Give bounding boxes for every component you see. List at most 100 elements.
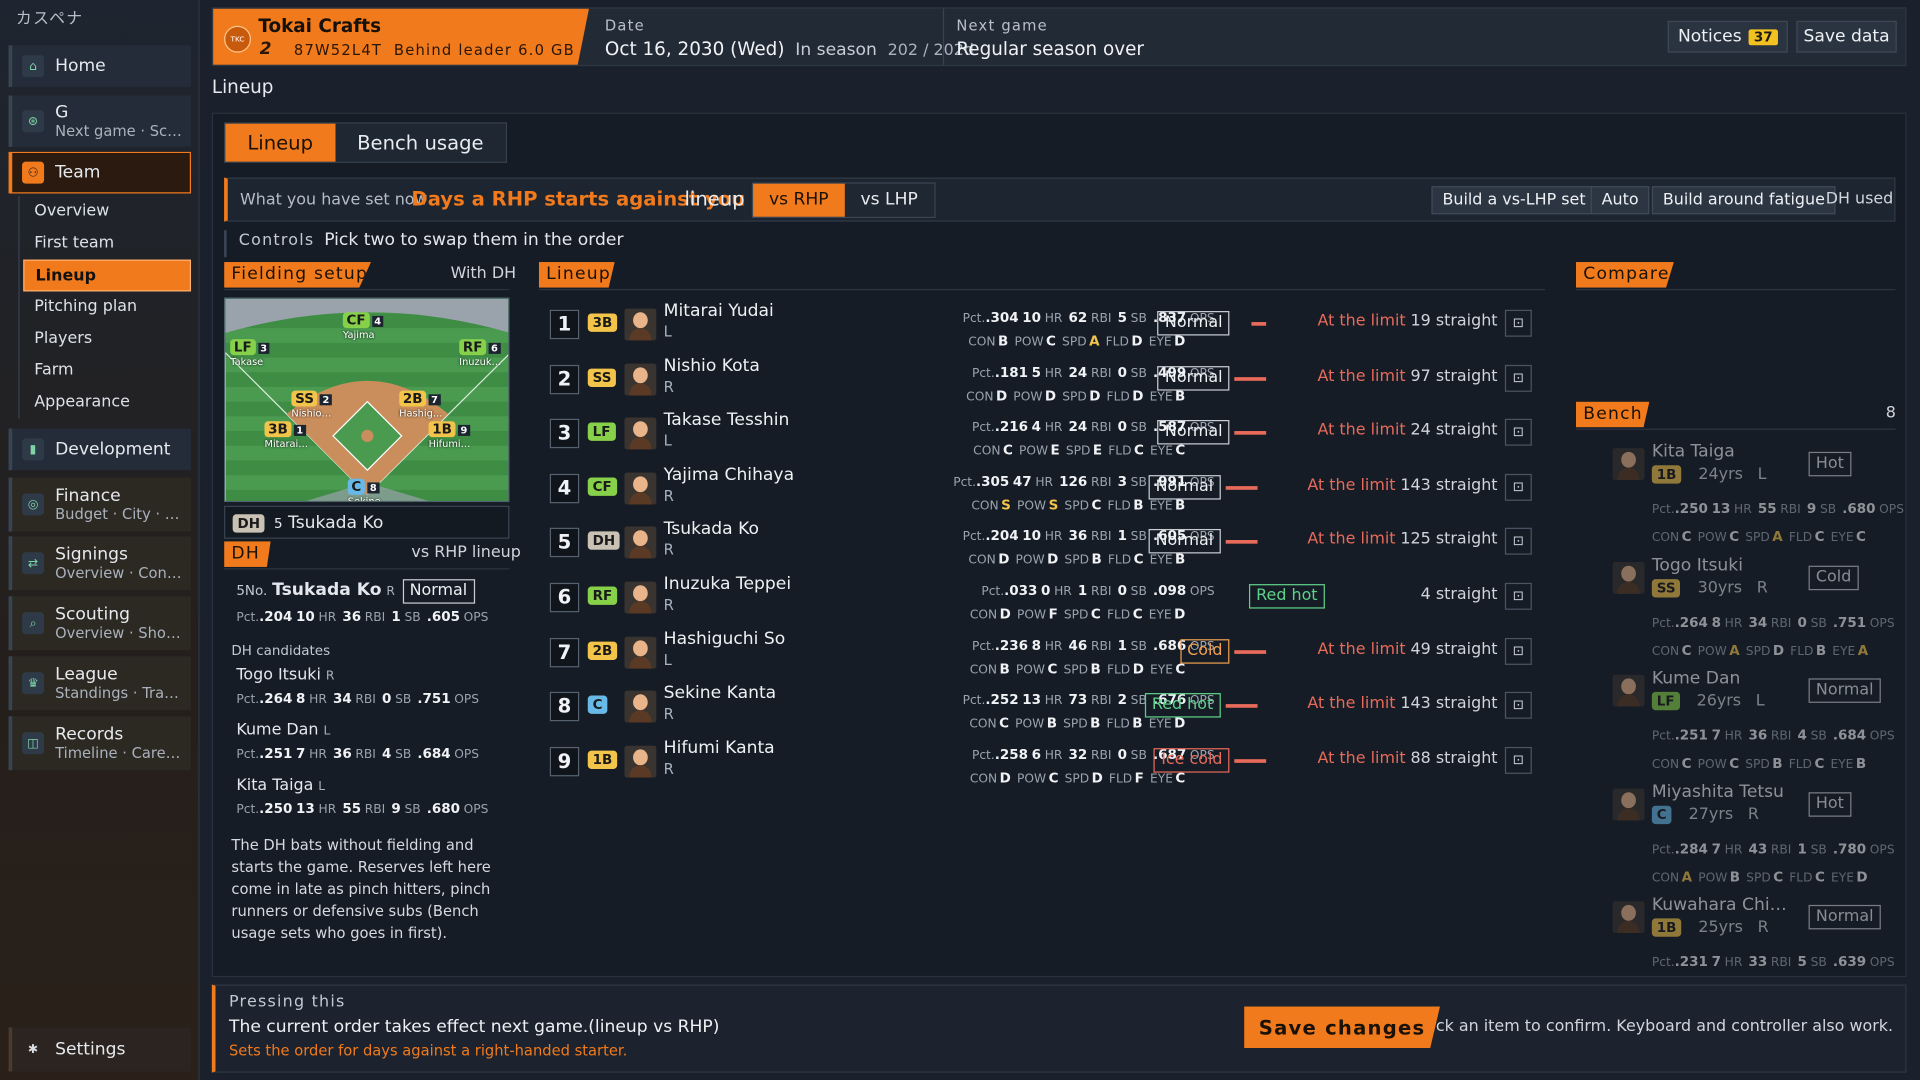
lock-icon[interactable]: ⊡ xyxy=(1504,309,1532,337)
grade-value: B xyxy=(1815,642,1827,659)
build-around-fatigue-button[interactable]: Build around fatigue xyxy=(1651,186,1836,215)
lock-icon[interactable]: ⊡ xyxy=(1504,473,1532,501)
grade-pow: POW C xyxy=(1698,756,1746,772)
stat-value: 1 xyxy=(1117,528,1128,545)
lineup-row[interactable]: 2 SS Nishio Kota R Pct..181 5 HR 24 RBI 0 SB .499 OP… xyxy=(545,352,1539,406)
lineup-row[interactable]: 9 1B Hifumi Kanta R Pct..258 6 HR 32 RBI 0 SB .687 O… xyxy=(545,734,1539,788)
nav-g[interactable]: ⊛ G Next game · Sc… xyxy=(8,95,192,147)
stat-sb: 1 SB xyxy=(391,608,426,625)
nav-team[interactable]: ⚇ Team xyxy=(8,151,192,194)
subnav-pitching-plan[interactable]: Pitching plan xyxy=(20,291,191,323)
vs-rhp-button[interactable]: vs RHP xyxy=(753,183,845,217)
bench-player[interactable]: Miyashita Tetsu C 27yrs R Hot Pct..284 7 HR 43 RB… xyxy=(1612,782,1895,895)
grade-value: E xyxy=(1050,442,1060,459)
streak-label: 49 straight xyxy=(1410,639,1498,659)
stat-value: .181 xyxy=(994,364,1028,381)
stat-sb: 5 SB xyxy=(1798,954,1833,970)
subnav-lineup[interactable]: Lineup xyxy=(23,259,192,292)
nav-text: League Standings · Tran… xyxy=(55,665,185,702)
controls-hint: Controls Pick two to swap them in the ord… xyxy=(224,230,1895,258)
field-position-ss[interactable]: SS 2 Nishio… xyxy=(291,384,332,419)
stat-label: HR xyxy=(309,693,327,707)
field-position-cf[interactable]: CF 4 Yajima xyxy=(342,306,384,340)
lock-icon[interactable]: ⊡ xyxy=(1504,419,1532,446)
stat-label: HR xyxy=(1724,956,1743,971)
dh-candidate[interactable]: Togo Itsuki R Pct..264 8 HR 34 RBI 0 SB .751 OPS xyxy=(224,666,509,721)
dh-slot[interactable]: DH 5 Tsukada Ko xyxy=(224,505,510,539)
subnav-overview[interactable]: Overview xyxy=(20,196,191,228)
bench-player[interactable]: Kita Taiga 1B 24yrs L Hot Pct..250 13 HR 55 RBI 9 S… xyxy=(1612,442,1904,555)
lock-icon[interactable]: ⊡ xyxy=(1504,528,1532,556)
save-data-button[interactable]: Save data xyxy=(1796,20,1897,53)
nav-title: Signings xyxy=(55,544,128,565)
build-vs-lhp-button[interactable]: Build a vs-LHP set xyxy=(1431,186,1597,215)
grade-value: A xyxy=(1729,642,1740,659)
lock-icon[interactable]: ⊡ xyxy=(1504,637,1532,665)
grade-con: CON A xyxy=(1652,869,1698,885)
condition-badge: Red hot xyxy=(1144,693,1221,718)
dh-candidate[interactable]: Kume Dan L Pct..251 7 HR 36 RBI 4 SB .684 OPS xyxy=(224,721,509,776)
field-position-rf[interactable]: RF 6 Inuzuk… xyxy=(459,333,501,367)
nav-scouting[interactable]: ⌕ Scouting Overview · Shor… xyxy=(8,596,192,651)
team-header[interactable]: TKC Tokai Crafts 2 87W52L4T Behind leade… xyxy=(213,8,589,65)
lock-icon[interactable]: ⊡ xyxy=(1504,692,1532,720)
nav-finance[interactable]: ◎ Finance Budget · City · B… xyxy=(8,477,192,532)
stat-label: OPS xyxy=(463,803,489,817)
subnav-players[interactable]: Players xyxy=(20,323,191,355)
lock-icon[interactable]: ⊡ xyxy=(1504,746,1532,774)
stat-value: 0 xyxy=(1797,614,1807,631)
lineup-row[interactable]: 4 CF Yajima Chihaya R Pct..305 47 HR 126 RBI 3 SB.… xyxy=(545,461,1539,515)
grade-label: SPD xyxy=(1062,390,1087,404)
notices-button[interactable]: Notices 37 xyxy=(1667,20,1788,53)
field-position-2b[interactable]: 2B 7 Hashig… xyxy=(399,384,443,419)
nav-settings[interactable]: ✱ Settings xyxy=(8,1027,192,1072)
stat-value: .033 xyxy=(1004,582,1038,599)
auto-button[interactable]: Auto xyxy=(1590,186,1650,215)
fatigue-bar xyxy=(1234,431,1267,435)
stat-value: 1 xyxy=(391,608,401,625)
nav-league[interactable]: ♛ League Standings · Tran… xyxy=(8,656,192,711)
player-grades: CON C POW C SPD A FLD C EYE C xyxy=(1652,523,1872,546)
dh-candidate[interactable]: Kita Taiga L Pct..250 13 HR 55 RBI 9 SB .680 OPS xyxy=(224,776,509,831)
stat-value: 0 xyxy=(382,690,392,707)
nav-home[interactable]: ⌂ Home xyxy=(8,45,192,87)
player-grades: CON C POW C SPD B FLD C EYE B xyxy=(1652,750,1872,773)
lineup-row[interactable]: 1 3B Mitarai Yudai L Pct..304 10 HR 62 RBI 5 SB .83… xyxy=(545,298,1539,352)
stat-label: HR xyxy=(318,803,337,817)
grade-label: CON xyxy=(966,390,994,404)
stat-label: SB xyxy=(1130,366,1147,381)
nav-development[interactable]: ▮ Development xyxy=(8,428,192,471)
grade-label: EYE xyxy=(1149,499,1173,513)
tab-lineup[interactable]: Lineup xyxy=(225,123,336,162)
nav-subtitle: Overview · Shor… xyxy=(55,624,185,642)
stat-sb: 0 SB xyxy=(382,690,417,707)
subnav-appearance[interactable]: Appearance xyxy=(20,387,191,419)
player-name: Inuzuka Teppei xyxy=(663,574,792,594)
lock-icon[interactable]: ⊡ xyxy=(1504,364,1532,392)
field-position-1b[interactable]: 1B 9 Hifumi… xyxy=(428,415,470,449)
dh-current[interactable]: 5No. Tsukada Ko R Normal Pct..204 10 HR 36 RBI 1 S… xyxy=(224,569,509,628)
vs-lhp-button[interactable]: vs LHP xyxy=(844,183,934,217)
field-position-3b[interactable]: 3B 1 Mitarai… xyxy=(264,415,308,449)
stat-value: 7 xyxy=(1711,840,1721,857)
bench-player[interactable]: Togo Itsuki SS 30yrs R Cold Pct..264 8 HR 34 RBI 0… xyxy=(1612,555,1895,668)
subnav-first-team[interactable]: First team xyxy=(20,228,191,260)
subnav-farm[interactable]: Farm xyxy=(20,355,191,387)
limit-label: At the limit xyxy=(1317,639,1406,659)
lock-icon[interactable]: ⊡ xyxy=(1504,582,1532,610)
stat-label: Pct. xyxy=(971,749,995,763)
stat-label: RBI xyxy=(1780,503,1801,517)
lineup-row[interactable]: 8 C Sekine Kanta R Pct..252 13 HR 73 RBI 2 SB .676 O… xyxy=(545,680,1539,734)
bench-player[interactable]: Kume Dan LF 26yrs L Normal Pct..251 7 HR 36 RBI 4 S… xyxy=(1612,669,1895,782)
lineup-row[interactable]: 5 DH Tsukada Ko R Pct..204 10 HR 36 RBI 1 SB .605 OP… xyxy=(545,516,1539,570)
lineup-row[interactable]: 7 2B Hashiguchi So L Pct..236 8 HR 46 RBI 1 SB .686… xyxy=(545,625,1539,679)
nav-signings[interactable]: ⇄ Signings Overview · Cont… xyxy=(8,536,192,591)
lineup-row[interactable]: 3 LF Takase Tesshin L Pct..216 4 HR 24 RBI 0 SB .58… xyxy=(545,407,1539,461)
nav-records[interactable]: ◫ Records Timeline · Care… xyxy=(8,716,192,771)
field-position-c[interactable]: C 8 Sekine… xyxy=(347,473,390,501)
save-changes-button[interactable]: Save changes xyxy=(1244,1006,1441,1049)
field-position-lf[interactable]: LF 3 Takase xyxy=(230,333,270,367)
grade-label: CON xyxy=(968,553,996,568)
lineup-row[interactable]: 6 RF Inuzuka Teppei R Pct..033 0 HR 1 RBI 0 SB .098… xyxy=(545,571,1539,625)
tab-bench-usage[interactable]: Bench usage xyxy=(335,123,506,162)
